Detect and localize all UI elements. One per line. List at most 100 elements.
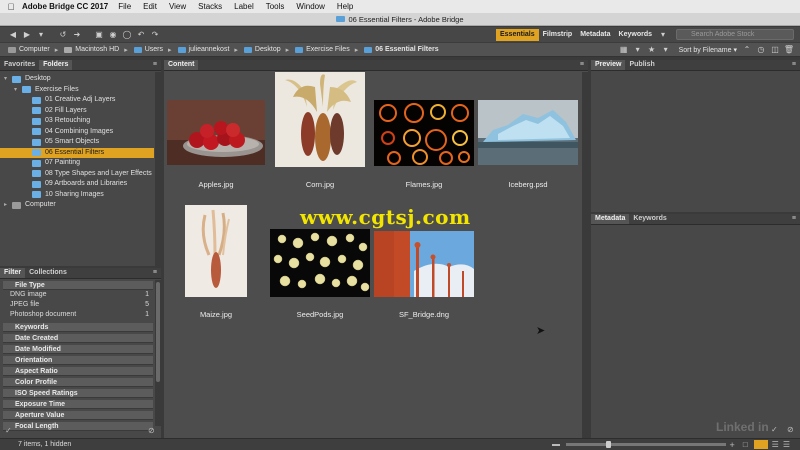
view-details-icon[interactable]: ☰ (772, 440, 779, 449)
tab-keywords[interactable]: Keywords (629, 214, 670, 224)
tab-preview[interactable]: Preview (591, 60, 626, 70)
filter-group-file-type[interactable]: File Type (3, 281, 153, 290)
tab-content[interactable]: Content (164, 60, 199, 70)
camera-download-icon[interactable]: ▣ (92, 29, 106, 41)
slider-handle[interactable] (605, 441, 611, 448)
folder-item[interactable]: 08 Type Shapes and Layer Effects (0, 169, 154, 179)
folder-scrollbar[interactable] (155, 72, 161, 266)
return-to-photoshop-icon[interactable]: ↺ (56, 29, 70, 41)
folder-item[interactable]: ▾ Exercise Files (0, 85, 154, 95)
forward-arrow-icon[interactable]: ▶ (20, 29, 34, 41)
new-folder-icon[interactable]: ◫ (768, 44, 782, 56)
thumbnail-item[interactable]: Corn.jpg (268, 72, 372, 189)
filter-group[interactable]: Focal Length (3, 422, 153, 431)
breadcrumb-desktop[interactable]: Desktop ▸ (243, 46, 289, 54)
filter-group[interactable]: Date Created (3, 334, 153, 343)
thumbnail-item[interactable]: Flames.jpg (372, 72, 476, 189)
filter-group[interactable]: Aperture Value (3, 411, 153, 420)
zoom-out-icon[interactable] (551, 443, 560, 446)
grid-view-icon[interactable]: ▦ (617, 44, 631, 56)
menu-edit[interactable]: Edit (143, 2, 157, 11)
view-grid-icon[interactable] (753, 440, 768, 449)
sort-by-button[interactable]: Sort by Filename ▾ (679, 46, 737, 54)
tab-folders[interactable]: Folders (39, 60, 73, 70)
folder-item[interactable]: 07 Painting (0, 158, 154, 168)
filter-group[interactable]: Color Profile (3, 378, 153, 387)
tab-metadata[interactable]: Metadata (591, 214, 630, 224)
filter-group[interactable]: Aspect Ratio (3, 367, 153, 376)
folder-item[interactable]: ▾ Desktop (0, 74, 154, 84)
breadcrumb-exercise-files[interactable]: Exercise Files ▸ (295, 46, 358, 54)
panel-menu-icon[interactable]: ≡ (576, 60, 588, 70)
tab-publish[interactable]: Publish (625, 60, 658, 70)
filter-option[interactable]: Photoshop document 1 (3, 311, 153, 319)
menu-stacks[interactable]: Stacks (198, 2, 222, 11)
thumbnail-item[interactable]: Apples.jpg (164, 72, 268, 189)
back-arrow-icon[interactable]: ◀ (6, 29, 20, 41)
breadcrumb-current[interactable]: 06 Essential Filters (364, 46, 439, 53)
folder-item[interactable]: 01 Creative Adj Layers (0, 95, 154, 105)
folder-item[interactable]: 09 Artboards and Libraries (0, 179, 154, 189)
workspace-keywords[interactable]: Keywords (615, 29, 656, 41)
refine-icon[interactable]: ◉ (106, 29, 120, 41)
pin-icon[interactable]: ✓ (5, 426, 12, 435)
tab-favorites[interactable]: Favorites (0, 60, 39, 70)
panel-menu-icon[interactable]: ≡ (788, 214, 800, 224)
filter-group[interactable]: Exposure Time (3, 400, 153, 409)
folder-item[interactable]: 05 Smart Objects (0, 137, 154, 147)
view-list-icon[interactable]: ☰ (783, 440, 790, 449)
tab-collections[interactable]: Collections (25, 268, 71, 278)
folder-item[interactable]: ▸ Computer (0, 200, 154, 210)
workspace-dropdown-icon[interactable]: ▾ (656, 29, 670, 41)
workspace-metadata[interactable]: Metadata (576, 29, 614, 41)
content-scrollbar[interactable] (582, 72, 588, 438)
rotate-right-icon[interactable]: ↷ (148, 29, 162, 41)
folder-item[interactable]: 10 Sharing Images (0, 190, 154, 200)
app-menu[interactable]: Adobe Bridge CC 2017 (22, 2, 108, 11)
menu-help[interactable]: Help (337, 2, 353, 11)
lock-icon[interactable]: □ (743, 440, 748, 449)
sort-direction-icon[interactable]: ⌃ (740, 44, 754, 56)
history-dropdown-icon[interactable]: ▾ (34, 29, 48, 41)
breadcrumb-computer[interactable]: Computer ▸ (8, 46, 58, 54)
apple-icon[interactable]:  (0, 2, 22, 12)
open-in-camera-raw-icon[interactable]: ◯ (120, 29, 134, 41)
boomerang-icon[interactable]: ➜ (70, 29, 84, 41)
filter-scrollbar[interactable] (155, 280, 161, 426)
menu-file[interactable]: File (118, 2, 131, 11)
filter-option[interactable]: JPEG file 5 (3, 301, 153, 309)
filter-group[interactable]: Orientation (3, 356, 153, 365)
folder-item-selected[interactable]: 06 Essential Filters (0, 147, 154, 158)
filter-group[interactable]: ISO Speed Ratings (3, 389, 153, 398)
tab-filter[interactable]: Filter (0, 268, 26, 278)
rotate-left-icon[interactable]: ↶ (134, 29, 148, 41)
disclosure-triangle-icon[interactable]: ▾ (4, 74, 12, 84)
open-recent-icon[interactable]: ◷ (754, 44, 768, 56)
filter-group[interactable]: Keywords (3, 323, 153, 332)
pin-icon[interactable]: ✓ (771, 425, 778, 434)
panel-menu-icon[interactable]: ≡ (149, 268, 161, 278)
breadcrumb-users[interactable]: Users ▸ (133, 46, 172, 54)
breadcrumb-macintosh-hd[interactable]: Macintosh HD ▸ (64, 46, 128, 54)
view-options-icon[interactable]: ▾ (631, 44, 645, 56)
breadcrumb-user[interactable]: julieannekost ▸ (177, 46, 238, 54)
folder-item[interactable]: 04 Combining Images (0, 127, 154, 137)
panel-menu-icon[interactable]: ≡ (788, 60, 800, 70)
workspace-filmstrip[interactable]: Filmstrip (539, 29, 577, 41)
disclosure-triangle-icon[interactable]: ▸ (4, 200, 12, 210)
filter-dropdown-icon[interactable]: ▾ (659, 44, 673, 56)
filter-option[interactable]: DNG image 1 (3, 291, 153, 299)
menu-label[interactable]: Label (234, 2, 254, 11)
trash-icon[interactable]: 🗑 (782, 44, 796, 56)
workspace-essentials[interactable]: Essentials (495, 28, 539, 41)
menu-view[interactable]: View (169, 2, 186, 11)
menu-window[interactable]: Window (296, 2, 324, 11)
thumbnail-item[interactable]: Iceberg.psd (476, 72, 580, 189)
search-input[interactable]: Search Adobe Stock (676, 29, 794, 40)
thumbnail-item[interactable]: Maize.jpg (164, 202, 268, 319)
clear-icon[interactable]: ⊘ (787, 425, 794, 434)
folder-item[interactable]: 03 Retouching (0, 116, 154, 126)
clear-filter-icon[interactable]: ⊘ (148, 426, 155, 435)
panel-menu-icon[interactable]: ≡ (149, 60, 161, 70)
disclosure-triangle-icon[interactable]: ▾ (14, 85, 22, 95)
